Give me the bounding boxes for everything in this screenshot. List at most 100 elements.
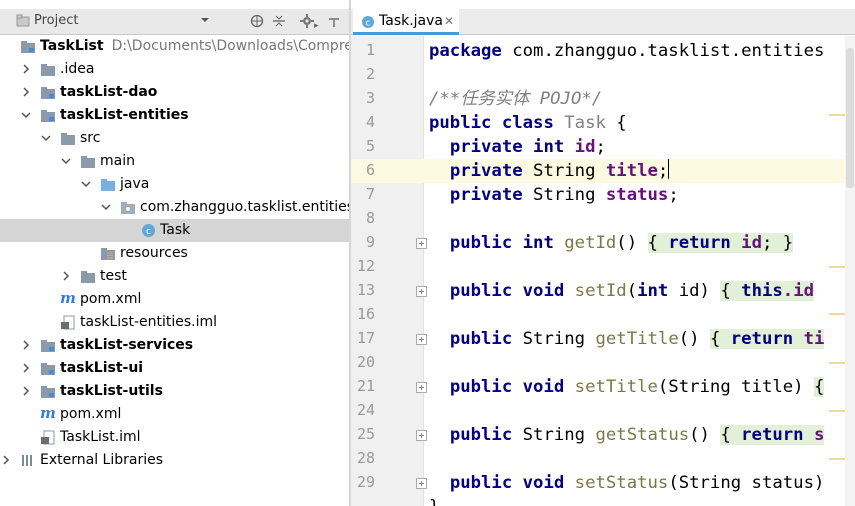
library-icon [20,453,36,468]
fold-icon[interactable] [416,238,427,249]
tree-item-pom[interactable]: m pom.xml [0,288,349,311]
code-line-9[interactable]: public int getId() { return id; } [429,231,794,255]
folded-body[interactable]: { return ti [709,329,825,349]
gear-icon[interactable] [300,14,314,33]
method-name: getTitle [595,329,679,349]
code-line-7[interactable]: private String status; [429,183,679,207]
module-folder-icon [20,39,36,54]
code-line-25[interactable]: public String getStatus() { return s [429,423,825,447]
project-view-selector[interactable]: Project [34,13,78,28]
tree-item-tasklist[interactable]: TaskList D:\Documents\Downloads\Compres [0,35,349,58]
code-line-5[interactable]: private int id; [429,135,606,159]
method-name: setTitle [574,377,658,397]
keyword: private [449,161,523,181]
folded-body[interactable]: { return id; } [647,233,794,253]
field-name: title [605,161,658,181]
method-name: getStatus [595,425,690,445]
code-line-1[interactable]: package com.zhangguo.tasklist.entities [429,39,824,63]
tree-item-external-libraries[interactable]: External Libraries [0,449,349,472]
tree-item-tasklist-dao[interactable]: taskList-dao [0,81,349,104]
close-icon[interactable]: ✕ [444,14,454,28]
vertical-scrollbar[interactable] [845,36,855,506]
tree-item-tasklist-utils[interactable]: taskList-utils [0,380,349,403]
error-stripe-mark[interactable] [829,114,845,116]
fold-icon[interactable] [416,430,427,441]
chevron-right-icon[interactable] [21,386,31,396]
chevron-down-icon[interactable] [200,14,210,30]
keyword: public [449,329,513,349]
tree-item-root-pom[interactable]: m pom.xml [0,403,349,426]
chevron-down-icon[interactable] [41,133,51,143]
tree-item-resources[interactable]: resources [0,242,349,265]
maven-icon: m [40,404,56,422]
line-number: 7 [365,185,375,203]
code-line-21[interactable]: public void setTitle(String title) { [429,375,825,399]
keyword: public void [449,281,565,301]
tree-item-tasklist-entities[interactable]: taskList-entities [0,104,349,127]
tree-item-label: TaskList.iml [60,429,141,445]
fold-icon[interactable] [416,382,427,393]
method-name: setId [574,281,627,301]
line-number: 8 [365,209,375,227]
tree-item-idea[interactable]: .idea [0,58,349,81]
chevron-down-icon[interactable] [101,202,111,212]
params: (String title) [657,377,804,397]
collapse-icon[interactable] [272,14,286,33]
tree-item-test[interactable]: test [0,265,349,288]
code-line-17[interactable]: public String getTitle() { return ti [429,327,825,351]
code-line-29[interactable]: public void setStatus(String status) [429,471,825,495]
keyword: package [429,41,502,61]
code-line-4[interactable]: public class Task { [429,111,627,135]
tree-item-label: taskList-ui [60,360,144,376]
params: id) [668,281,721,301]
error-stripe-mark[interactable] [829,313,845,315]
chevron-right-icon[interactable] [21,64,31,74]
tab-task-java[interactable]: c Task.java ✕ [353,9,459,35]
fold-icon[interactable] [416,334,427,345]
code-line-13[interactable]: public void setId(int id) { this.id [429,279,815,303]
globe-icon[interactable] [250,14,264,33]
tree-item-package[interactable]: com.zhangguo.tasklist.entities [0,196,349,219]
tree-item-java[interactable]: java [0,173,349,196]
folded-body[interactable]: { [813,377,825,397]
tree-item-entities-iml[interactable]: taskList-entities.iml [0,311,349,334]
tree-item-task[interactable]: c Task [0,219,349,242]
tree-item-src[interactable]: src [0,127,349,150]
error-stripe-mark[interactable] [829,362,845,364]
code-line-30[interactable]: } [429,495,439,506]
chevron-right-icon[interactable] [1,455,11,465]
code-line-3[interactable]: /**任务实体 POJO*/ [429,87,602,111]
folded-body[interactable]: { return s [720,425,825,445]
keyword: public void [449,473,565,493]
tab-label: Task.java [379,13,443,29]
chevron-right-icon[interactable] [21,340,31,350]
hide-icon[interactable] [328,16,340,33]
iml-file-icon [40,430,56,445]
chevron-right-icon[interactable] [21,87,31,97]
chevron-down-icon[interactable] [21,110,31,120]
scrollbar-thumb[interactable] [846,48,854,188]
svg-text:c: c [146,227,151,237]
error-stripe-mark[interactable] [829,458,845,460]
code-line-6[interactable]: private String title; [429,159,670,183]
project-panel: Project ▸ TaskList D:\Documents\Downloads… [0,0,349,506]
chevron-down-icon[interactable] [81,179,91,189]
tree-item-label: taskList-entities.iml [80,314,218,330]
keyword: public [449,425,513,445]
tree-item-main[interactable]: main [0,150,349,173]
error-stripe-mark[interactable] [829,410,845,412]
chevron-down-icon[interactable] [61,156,71,166]
chevron-right-icon[interactable] [61,271,71,281]
tree-item-label: main [100,153,135,169]
chevron-right-icon[interactable] [21,363,31,373]
editor-tab-bar: c Task.java ✕ [351,9,855,35]
tree-item-tasklist-services[interactable]: taskList-services [0,334,349,357]
error-stripe-mark[interactable] [829,266,845,268]
fold-icon[interactable] [416,286,427,297]
fold-icon[interactable] [416,478,427,489]
tree-item-tasklist-ui[interactable]: taskList-ui [0,357,349,380]
folder-icon [60,131,76,146]
folded-body[interactable]: { this.id [720,281,815,301]
chevron-right-icon: ▸ [314,21,319,31]
tree-item-tasklist-iml[interactable]: TaskList.iml [0,426,349,449]
